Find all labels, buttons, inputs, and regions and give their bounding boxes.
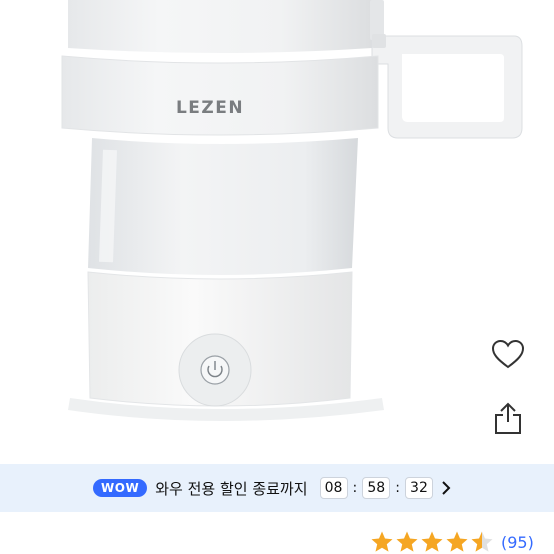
wow-badge: WOW bbox=[93, 479, 148, 497]
timer-separator: : bbox=[395, 480, 400, 496]
timer-separator: : bbox=[352, 480, 358, 496]
promo-text: 와우 전용 할인 종료까지 bbox=[155, 479, 308, 498]
wow-promo-banner[interactable]: WOW 와우 전용 할인 종료까지 08 : 58 : 32 bbox=[0, 464, 554, 512]
brand-logo: LEZEN bbox=[176, 98, 244, 118]
kettle-illustration: LEZEN bbox=[61, 0, 523, 421]
star-icon bbox=[396, 531, 418, 552]
star-icon bbox=[421, 531, 443, 552]
chevron-right-icon[interactable] bbox=[441, 480, 451, 496]
rating-stars bbox=[370, 530, 495, 554]
wishlist-button[interactable] bbox=[490, 336, 526, 372]
timer-seconds: 32 bbox=[404, 477, 433, 499]
share-upload-icon bbox=[495, 402, 521, 434]
rating-count[interactable]: (95) bbox=[501, 533, 534, 552]
heart-outline-icon bbox=[491, 339, 525, 369]
promo-content: WOW 와우 전용 할인 종료까지 08 : 58 : 32 bbox=[93, 477, 451, 499]
product-image[interactable]: LEZEN bbox=[0, 0, 554, 464]
product-rating[interactable]: (95) bbox=[370, 530, 534, 554]
handle-opening bbox=[402, 54, 504, 122]
kettle-lid bbox=[68, 0, 372, 53]
kettle-collar bbox=[61, 55, 379, 136]
kettle-silicone-body bbox=[88, 138, 358, 275]
star-icon bbox=[371, 531, 393, 552]
timer-hours: 08 bbox=[319, 477, 348, 499]
star-icon bbox=[471, 531, 493, 552]
star-icon bbox=[446, 531, 468, 552]
share-button[interactable] bbox=[490, 400, 526, 436]
timer-minutes: 58 bbox=[362, 477, 391, 499]
handle-clip bbox=[372, 34, 386, 48]
